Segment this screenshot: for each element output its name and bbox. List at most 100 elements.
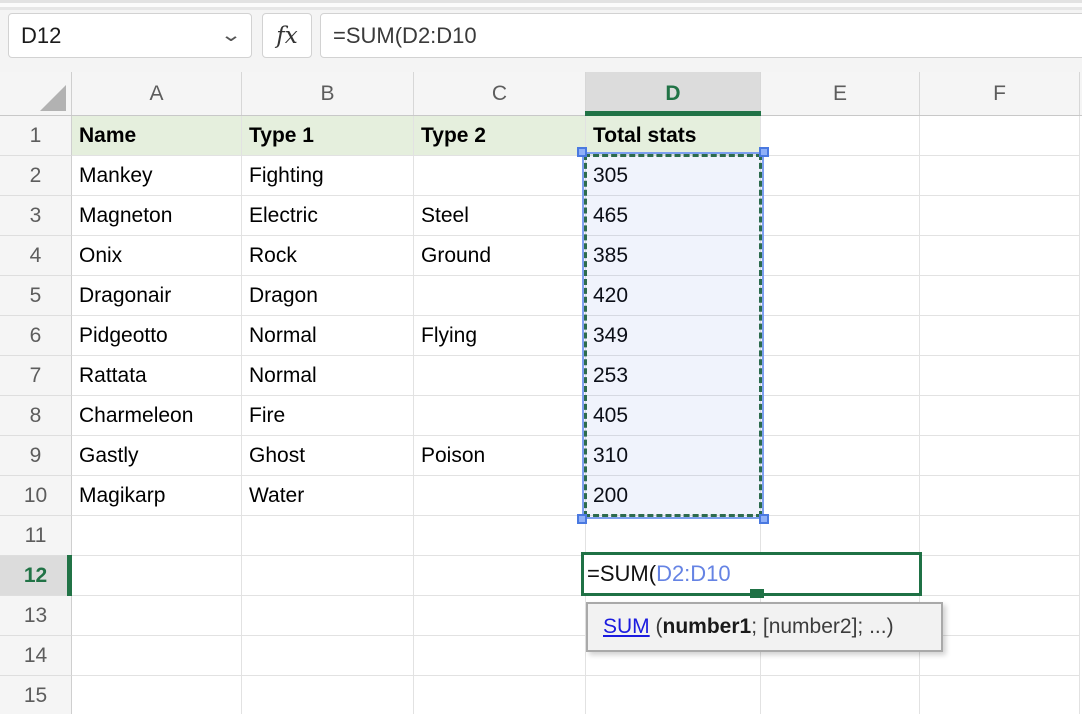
col-header-F[interactable]: F bbox=[920, 72, 1080, 115]
cell-B2[interactable]: Fighting bbox=[242, 156, 414, 196]
name-box[interactable]: D12 ⌄ bbox=[8, 13, 252, 58]
cell-E7[interactable] bbox=[761, 356, 920, 396]
cell-B7[interactable]: Normal bbox=[242, 356, 414, 396]
cell-B9[interactable]: Ghost bbox=[242, 436, 414, 476]
cell-F1[interactable] bbox=[920, 116, 1080, 156]
row-header-4[interactable]: 4 bbox=[0, 236, 72, 276]
col-header-D[interactable]: D bbox=[586, 72, 761, 115]
cell-C4[interactable]: Ground bbox=[414, 236, 586, 276]
cell-E5[interactable] bbox=[761, 276, 920, 316]
cell-B6[interactable]: Normal bbox=[242, 316, 414, 356]
cell-E8[interactable] bbox=[761, 396, 920, 436]
cell-F14[interactable] bbox=[920, 636, 1080, 676]
cell-F6[interactable] bbox=[920, 316, 1080, 356]
chevron-down-icon[interactable]: ⌄ bbox=[220, 26, 242, 45]
cell-B8[interactable]: Fire bbox=[242, 396, 414, 436]
cell-E2[interactable] bbox=[761, 156, 920, 196]
cell-B1[interactable]: Type 1 bbox=[242, 116, 414, 156]
row-header-9[interactable]: 9 bbox=[0, 436, 72, 476]
col-header-A[interactable]: A bbox=[72, 72, 242, 115]
cell-A4[interactable]: Onix bbox=[72, 236, 242, 276]
cell-E15[interactable] bbox=[761, 676, 920, 714]
cell-C13[interactable] bbox=[414, 596, 586, 636]
selection-handle-top-left[interactable] bbox=[577, 147, 587, 157]
cell-A7[interactable]: Rattata bbox=[72, 356, 242, 396]
cell-F5[interactable] bbox=[920, 276, 1080, 316]
cell-B14[interactable] bbox=[242, 636, 414, 676]
selection-handle-bottom-right[interactable] bbox=[759, 514, 769, 524]
row-header-15[interactable]: 15 bbox=[0, 676, 72, 714]
cell-C8[interactable] bbox=[414, 396, 586, 436]
row-header-10[interactable]: 10 bbox=[0, 476, 72, 516]
row-header-2[interactable]: 2 bbox=[0, 156, 72, 196]
cell-B15[interactable] bbox=[242, 676, 414, 714]
cell-B4[interactable]: Rock bbox=[242, 236, 414, 276]
cell-C14[interactable] bbox=[414, 636, 586, 676]
cell-A3[interactable]: Magneton bbox=[72, 196, 242, 236]
cell-F11[interactable] bbox=[920, 516, 1080, 556]
cell-A13[interactable] bbox=[72, 596, 242, 636]
cell-C1[interactable]: Type 2 bbox=[414, 116, 586, 156]
row-header-12[interactable]: 12 bbox=[0, 556, 72, 596]
cell-B11[interactable] bbox=[242, 516, 414, 556]
cell-A2[interactable]: Mankey bbox=[72, 156, 242, 196]
cell-C3[interactable]: Steel bbox=[414, 196, 586, 236]
fx-button[interactable]: fx bbox=[262, 13, 312, 58]
row-header-11[interactable]: 11 bbox=[0, 516, 72, 556]
row-header-3[interactable]: 3 bbox=[0, 196, 72, 236]
col-header-C[interactable]: C bbox=[414, 72, 586, 115]
cell-C15[interactable] bbox=[414, 676, 586, 714]
cell-C10[interactable] bbox=[414, 476, 586, 516]
row-header-13[interactable]: 13 bbox=[0, 596, 72, 636]
cell-E6[interactable] bbox=[761, 316, 920, 356]
cell-A10[interactable]: Magikarp bbox=[72, 476, 242, 516]
row-header-1[interactable]: 1 bbox=[0, 116, 72, 156]
sum-function-link[interactable]: SUM bbox=[603, 615, 650, 639]
cell-F15[interactable] bbox=[920, 676, 1080, 714]
cell-A6[interactable]: Pidgeotto bbox=[72, 316, 242, 356]
cell-A5[interactable]: Dragonair bbox=[72, 276, 242, 316]
cell-C9[interactable]: Poison bbox=[414, 436, 586, 476]
cell-E10[interactable] bbox=[761, 476, 920, 516]
row-header-14[interactable]: 14 bbox=[0, 636, 72, 676]
cell-F4[interactable] bbox=[920, 236, 1080, 276]
cell-A9[interactable]: Gastly bbox=[72, 436, 242, 476]
cell-C5[interactable] bbox=[414, 276, 586, 316]
cell-F10[interactable] bbox=[920, 476, 1080, 516]
cell-C7[interactable] bbox=[414, 356, 586, 396]
row-header-6[interactable]: 6 bbox=[0, 316, 72, 356]
cell-C11[interactable] bbox=[414, 516, 586, 556]
cell-F2[interactable] bbox=[920, 156, 1080, 196]
select-all-corner[interactable] bbox=[0, 72, 72, 115]
cell-E3[interactable] bbox=[761, 196, 920, 236]
selection-handle-top-right[interactable] bbox=[759, 147, 769, 157]
cell-C2[interactable] bbox=[414, 156, 586, 196]
fill-handle[interactable] bbox=[750, 589, 764, 598]
cell-F9[interactable] bbox=[920, 436, 1080, 476]
cell-C12[interactable] bbox=[414, 556, 586, 596]
cell-E1[interactable] bbox=[761, 116, 920, 156]
cell-C6[interactable]: Flying bbox=[414, 316, 586, 356]
col-header-B[interactable]: B bbox=[242, 72, 414, 115]
cell-D11[interactable] bbox=[586, 516, 761, 556]
cell-E11[interactable] bbox=[761, 516, 920, 556]
formula-bar[interactable]: =SUM(D2:D10 bbox=[320, 13, 1082, 58]
cell-B13[interactable] bbox=[242, 596, 414, 636]
cell-E9[interactable] bbox=[761, 436, 920, 476]
row-header-7[interactable]: 7 bbox=[0, 356, 72, 396]
cell-B5[interactable]: Dragon bbox=[242, 276, 414, 316]
cell-B12[interactable] bbox=[242, 556, 414, 596]
cell-E4[interactable] bbox=[761, 236, 920, 276]
cell-D1[interactable]: Total stats bbox=[586, 116, 761, 156]
cell-F3[interactable] bbox=[920, 196, 1080, 236]
col-header-E[interactable]: E bbox=[761, 72, 920, 115]
cell-A1[interactable]: Name bbox=[72, 116, 242, 156]
cell-A15[interactable] bbox=[72, 676, 242, 714]
cell-D15[interactable] bbox=[586, 676, 761, 714]
cell-F8[interactable] bbox=[920, 396, 1080, 436]
row-header-5[interactable]: 5 bbox=[0, 276, 72, 316]
cell-F7[interactable] bbox=[920, 356, 1080, 396]
selection-handle-bottom-left[interactable] bbox=[577, 514, 587, 524]
cell-B3[interactable]: Electric bbox=[242, 196, 414, 236]
row-header-8[interactable]: 8 bbox=[0, 396, 72, 436]
